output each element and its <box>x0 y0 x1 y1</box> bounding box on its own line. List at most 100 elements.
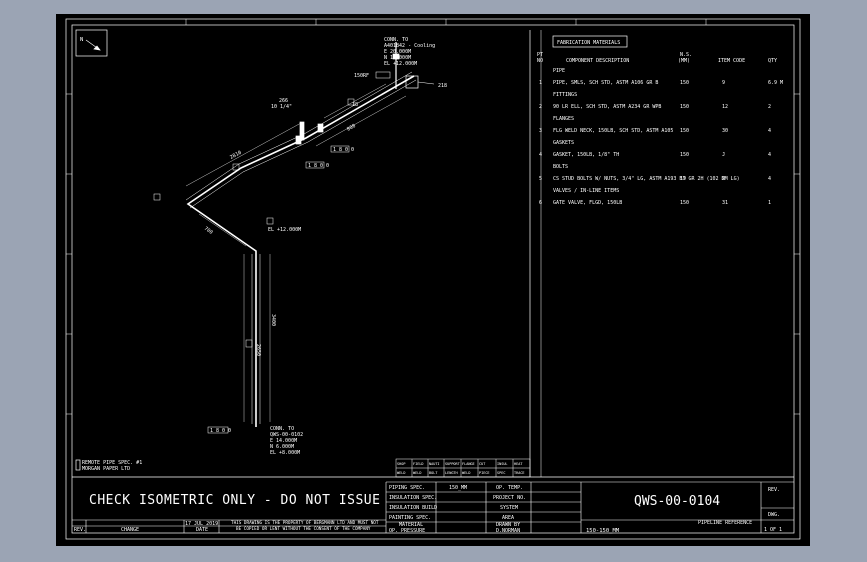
note-b: MORGAN PAPER LTD <box>82 466 130 472</box>
bom-cell-qty: 6.9 M <box>768 80 783 86</box>
bom-cell-code: 9 <box>722 80 725 86</box>
dim-mid: 700 <box>203 226 214 236</box>
label-218: 218 <box>438 83 447 89</box>
weld-top-label: 150RF <box>354 73 369 79</box>
bom-rows: PIPE 1 PIPE, SMLS, SCH STD, ASTM A106 GR B… <box>539 68 783 206</box>
mini-table-head: FIELD <box>413 462 424 466</box>
bom-cell-pt: 3 <box>539 128 542 134</box>
bom-section-heading: BOLTS <box>553 164 568 170</box>
bom-cell-ns: 150 <box>680 128 689 134</box>
tb-dwg-number: QWS-00-0104 <box>634 494 720 509</box>
bom-cell-pt: 4 <box>539 152 542 158</box>
tb-desc-label: CHANGE <box>121 527 139 533</box>
bom-cell-qty: 1 <box>768 200 771 206</box>
valve-flange-2 <box>317 123 324 133</box>
north-label: N <box>80 37 83 43</box>
bom-hdr-no: NO <box>537 58 543 64</box>
bom-hdr-item: ITEM CODE <box>718 58 745 64</box>
tb-date-label: DATE <box>196 527 208 533</box>
check-banner: CHECK ISOMETRIC ONLY - DO NOT ISSUE <box>89 493 380 508</box>
tb-system-label: SYSTEM <box>500 505 518 511</box>
bom-cell-pt: 6 <box>539 200 542 206</box>
bom-hdr-qty: QTY <box>768 58 777 64</box>
frame-ticks <box>66 19 800 415</box>
mini-table-sub: SPEC <box>497 471 505 475</box>
dim-vert2: 2650 <box>255 344 261 356</box>
bom-hdr-mm: (MM) <box>678 58 690 64</box>
tag-b1: 1 8 0 0 <box>333 147 354 153</box>
mini-table-head: SHOP <box>397 462 405 466</box>
tb-insul-build-label: INSULATION BUILD <box>389 505 437 511</box>
tb-piping-spec-value: 150_MM <box>449 485 467 491</box>
tb-op-temp-label: OP. TEMP. <box>496 485 523 491</box>
bom-cell-desc: CS STUD BOLTS W/ NUTS, 3/4" LG, ASTM A19… <box>553 176 740 182</box>
bom-cell-code: 30 <box>722 128 728 134</box>
tb-pipeline-ref-label: PIPELINE REFERENCE <box>698 520 752 526</box>
dim-upper2: 800 <box>346 123 357 133</box>
mini-table-sub: PIECE <box>479 471 490 475</box>
bom-cell-desc: GATE VALVE, FLGD, 150LB <box>553 200 622 206</box>
bom-cell-ns: 19 <box>680 176 686 182</box>
note-marker <box>75 459 81 471</box>
tb-notice-1: THIS DRAWING IS THE PROPERTY OF BERGMANN… <box>231 520 379 526</box>
tag-b2: 1 8 0 0 <box>308 163 329 169</box>
mini-table-sub: BOLT <box>429 471 438 475</box>
mini-table-sub: TRACE <box>514 471 525 475</box>
bom-cell-desc: FLG WELD NECK, 150LB, SCH STD, ASTM A105 <box>553 128 673 134</box>
tb-rev-col-label: REV. <box>768 487 780 493</box>
bom-cell-desc: 90 LR ELL, SCH STD, ASTM A234 GR WPB <box>553 104 661 110</box>
tb-sheet-value: 1 OF 1 <box>764 527 782 533</box>
tb-insul-spec-label: INSULATION SPEC. <box>389 495 437 501</box>
tb-dwg-label: DWG. <box>768 512 780 518</box>
bom-section-heading: FITTINGS <box>553 92 577 98</box>
tb-project-label: PROJECT NO. <box>493 495 526 501</box>
bom-cell-qty: 4 <box>768 152 771 158</box>
mini-table-head: SUPPORT <box>445 462 461 466</box>
mini-table-head: NAUTI <box>429 462 440 466</box>
bom-section-heading: FLANGES <box>553 116 574 122</box>
inner-frame <box>71 24 795 534</box>
bom-cell-qty: 2 <box>768 104 771 110</box>
bom-cell-desc: GASKET, 150LB, 1/8" TH <box>553 152 619 158</box>
tb-rev-label: REV. <box>74 527 86 533</box>
dim-vert: 3400 <box>270 314 276 326</box>
isometric-drawing: N CONN. TO A401842 - Cooling E 20.000M N… <box>65 18 801 540</box>
bom-title: FABRICATION MATERIALS <box>557 40 620 46</box>
label-deg: 10 1/4" <box>271 104 292 110</box>
tb-drawn-value: D.NORMAN <box>496 528 520 534</box>
label-18: 18 <box>352 102 358 108</box>
mini-table-head: INSUL <box>497 462 508 466</box>
bom-cell-pt: 5 <box>539 176 542 182</box>
el-mid: EL +12.000M <box>268 227 301 233</box>
drawing-sheet: N CONN. TO A401842 - Cooling E 20.000M N… <box>56 14 810 546</box>
tb-piping-spec-label: PIPING SPEC. <box>389 485 425 491</box>
bom-section-heading: PIPE <box>553 68 565 74</box>
bom-cell-code: 31 <box>722 200 728 206</box>
tag-bottom: 1 8 0 0 <box>210 428 231 434</box>
north-arrow: N <box>75 29 108 57</box>
bom-cell-code: 2 <box>722 176 725 182</box>
outer-frame <box>65 18 801 540</box>
mini-table-head: FLANGE <box>462 462 475 466</box>
bom-cell-code: J <box>722 152 725 158</box>
bom-cell-ns: 150 <box>680 200 689 206</box>
bom-cell-ns: 150 <box>680 104 689 110</box>
bom-section-heading: GASKETS <box>553 140 574 146</box>
coord-bot-el: EL +8.000M <box>270 450 300 456</box>
mini-table-sub: WELD <box>413 471 421 475</box>
tb-notice-2: BE COPIED OR LENT WITHOUT THE CONSENT OF… <box>236 526 371 532</box>
bom-cell-desc: PIPE, SMLS, SCH STD, ASTM A106 GR B <box>553 80 658 86</box>
mini-table-sub: WELD <box>462 471 470 475</box>
bom-cell-qty: 4 <box>768 128 771 134</box>
mini-table-sub: WELD <box>397 471 405 475</box>
bom-cell-ns: 150 <box>680 152 689 158</box>
valve-flange-3 <box>295 135 302 145</box>
mini-table-head: CUT <box>479 462 486 466</box>
dim-left: 2810 <box>229 150 242 161</box>
mini-table-sub: LENGTH <box>445 471 458 475</box>
mini-table-head: HEAT <box>514 462 523 466</box>
bom-cell-qty: 4 <box>768 176 771 182</box>
tb-painting-label: PAINTING SPEC. <box>389 515 431 521</box>
bom-cell-pt: 1 <box>539 80 542 86</box>
dimension-lines <box>185 83 407 422</box>
